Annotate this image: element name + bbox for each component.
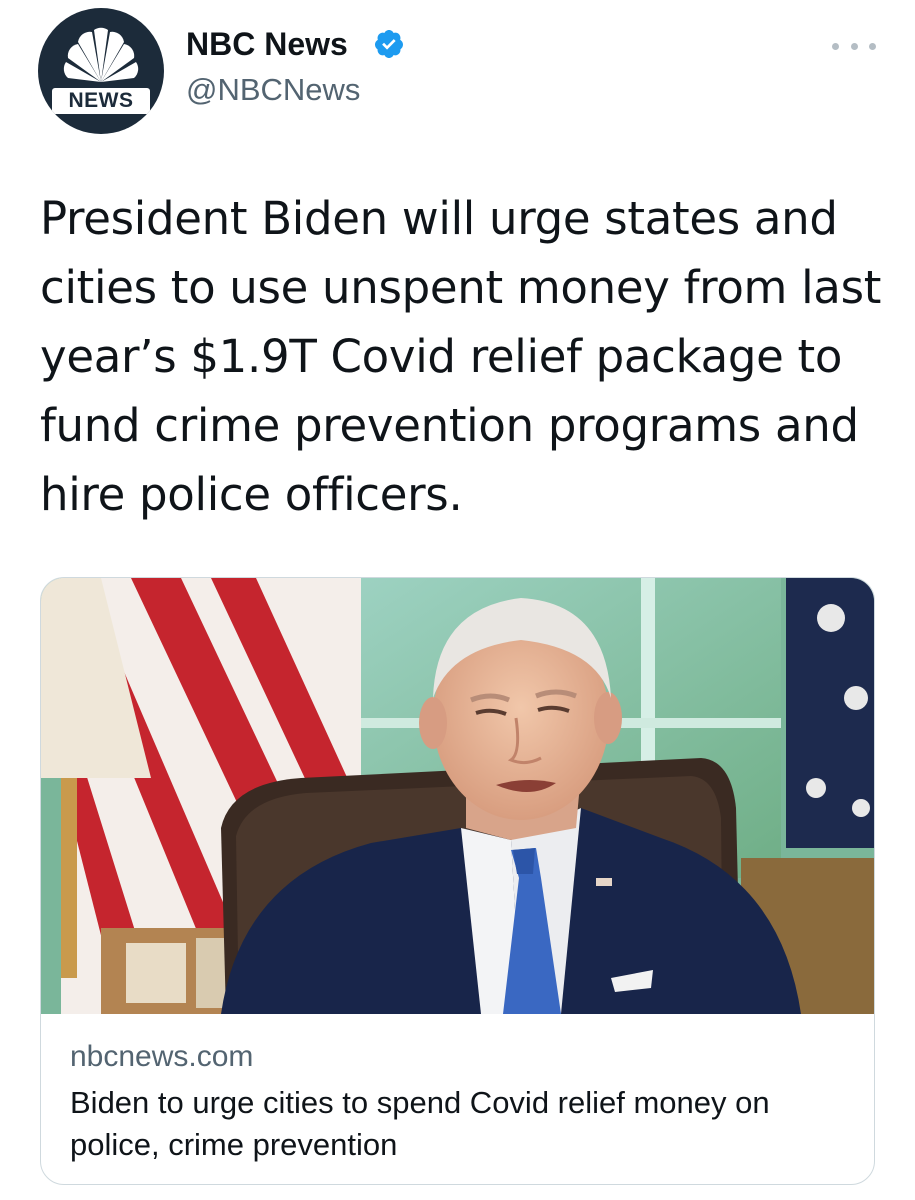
verified-badge-icon [374, 30, 403, 58]
tweet-text: President Biden will urge states and cit… [40, 192, 882, 521]
article-photo[interactable] [41, 578, 874, 1014]
author-handle[interactable]: @NBCNews [186, 72, 360, 108]
peacock-logo-icon [63, 27, 139, 82]
author-display-name[interactable]: NBC News [186, 26, 348, 63]
card-title[interactable]: Biden to urge cities to spend Covid reli… [70, 1082, 860, 1166]
author-avatar[interactable]: NEWS [38, 8, 164, 134]
tweet-header: NEWS NBC News @NBCNews [0, 0, 915, 150]
avatar-label: NEWS [52, 88, 150, 114]
card-domain: nbcnews.com [70, 1040, 254, 1073]
more-options-icon[interactable] [832, 36, 876, 56]
link-preview-card[interactable]: nbcnews.com Biden to urge cities to spen… [40, 577, 875, 1185]
